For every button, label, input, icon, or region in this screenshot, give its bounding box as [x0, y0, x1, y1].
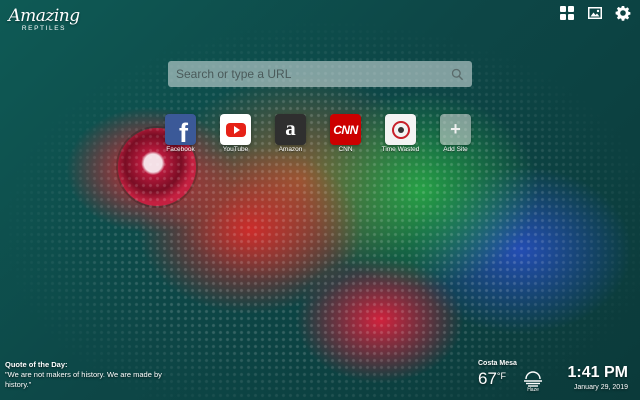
dial-youtube[interactable]: YouTube: [220, 114, 251, 153]
search-input[interactable]: [176, 67, 451, 81]
quote-text: "We are not makers of history. We are ma…: [5, 370, 162, 390]
weather-unit: °F: [496, 371, 507, 381]
dial-add-site[interactable]: + Add Site: [440, 114, 471, 153]
quote-heading: Quote of the Day:: [5, 360, 68, 369]
dial-label: CNN: [338, 146, 353, 153]
app-logo: Amazing REPTILES: [8, 6, 80, 32]
dial-cnn[interactable]: CNN CNN: [330, 114, 361, 153]
apps-grid-icon[interactable]: [558, 4, 576, 22]
stopwatch-icon[interactable]: [385, 114, 416, 145]
clock-time: 1:41 PM: [567, 364, 628, 381]
quote-of-the-day: Quote of the Day: "We are not makers of …: [5, 360, 175, 390]
search-icon[interactable]: [451, 68, 464, 81]
logo-subtitle: REPTILES: [21, 25, 67, 32]
plus-icon[interactable]: +: [440, 114, 471, 145]
weather-temperature: 67: [478, 369, 497, 388]
facebook-icon[interactable]: f: [165, 114, 196, 145]
dial-facebook[interactable]: f Facebook: [165, 114, 196, 153]
logo-title: Amazing: [8, 6, 80, 26]
weather-condition: Haze: [527, 387, 539, 393]
top-right-toolbar: [558, 4, 632, 22]
weather-city: Costa Mesa: [478, 360, 517, 367]
dial-label: Time Wasted: [381, 146, 420, 153]
weather-widget[interactable]: Costa Mesa 67 °F Haze: [472, 360, 547, 393]
background-photo: [0, 0, 640, 400]
speed-dials: f Facebook YouTube a Amazon CNN CNN Time…: [165, 114, 471, 153]
clock-date: January 29, 2019: [573, 384, 628, 391]
dial-label: Amazon: [278, 146, 303, 153]
youtube-icon[interactable]: [220, 114, 251, 145]
cnn-icon[interactable]: CNN: [330, 114, 361, 145]
scale-texture: [0, 0, 640, 400]
dial-label: Facebook: [166, 146, 195, 153]
settings-gear-icon[interactable]: [614, 4, 632, 22]
dial-time-wasted[interactable]: Time Wasted: [382, 114, 419, 153]
clock-widget: 1:41 PM January 29, 2019: [568, 364, 628, 391]
amazon-icon[interactable]: a: [275, 114, 306, 145]
dial-label: YouTube: [222, 146, 249, 153]
search-bar: [168, 61, 472, 87]
dial-label: Add Site: [443, 146, 468, 153]
haze-icon: [524, 371, 543, 387]
wallpaper-icon[interactable]: [586, 4, 604, 22]
dial-amazon[interactable]: a Amazon: [275, 114, 306, 153]
